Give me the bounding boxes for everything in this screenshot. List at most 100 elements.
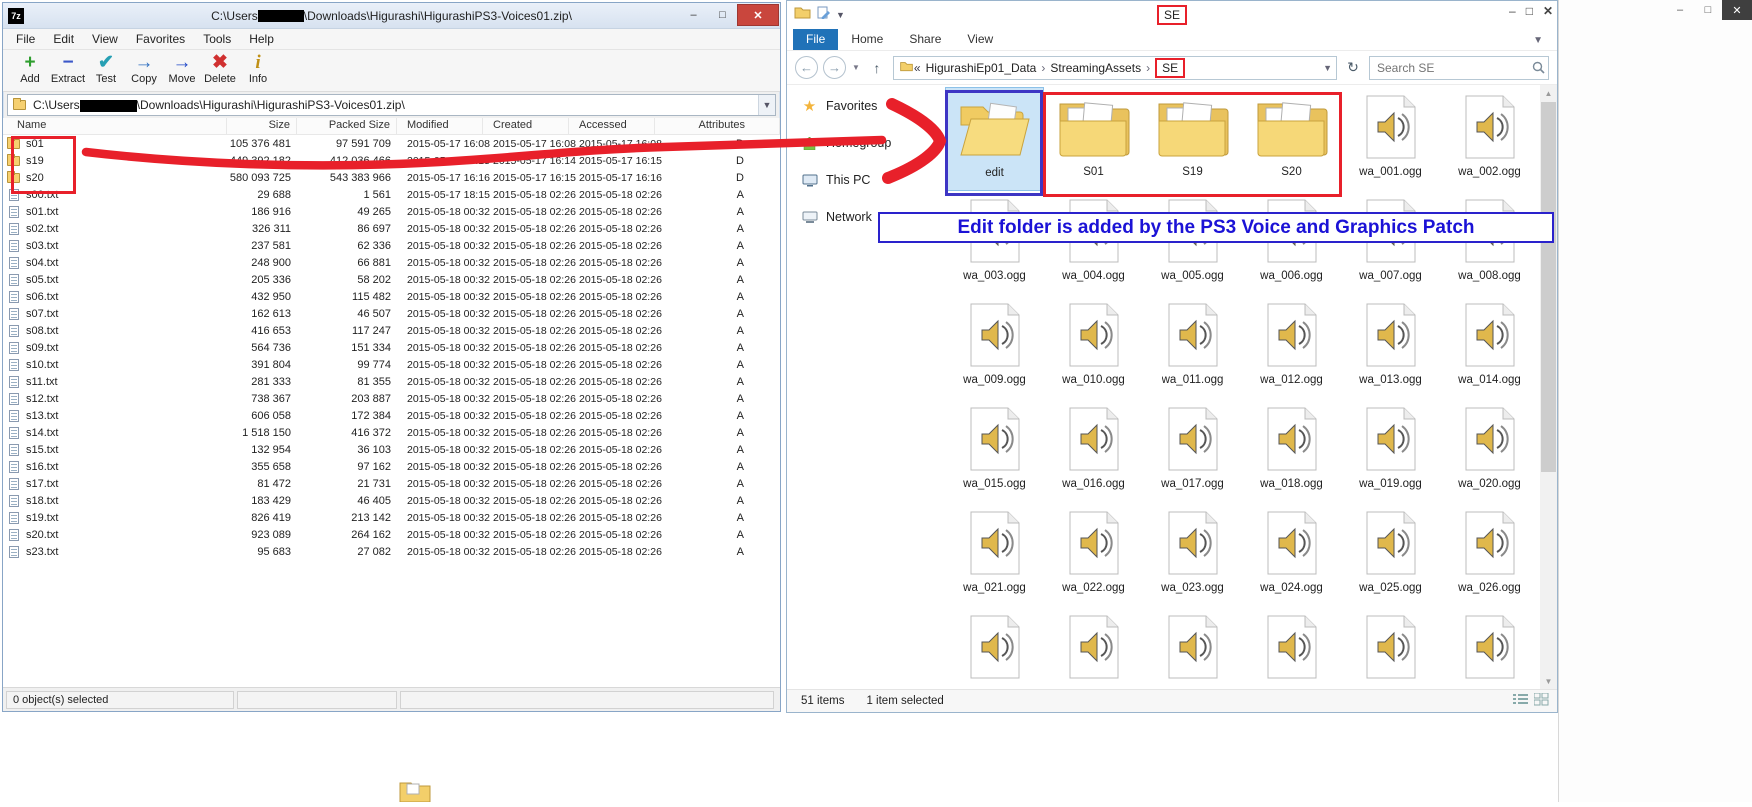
audio-file-item-wa_026.ogg[interactable]: wa_026.ogg — [1440, 503, 1539, 607]
sevenzip-titlebar[interactable]: 7z C:\Users\Downloads\Higurashi\Higurash… — [3, 3, 780, 29]
breadcrumb-item-streamingassets[interactable]: StreamingAssets — [1050, 61, 1141, 75]
audio-file-item-wa_003.ogg[interactable]: wa_003.ogg — [945, 191, 1044, 295]
audio-file-item-wa_017.ogg[interactable]: wa_017.ogg — [1143, 399, 1242, 503]
ribbon-expand-chevron-icon[interactable]: ▼ — [1533, 35, 1543, 46]
taskbar-folder-icon[interactable] — [399, 778, 431, 807]
column-header-name[interactable]: Name — [3, 118, 227, 134]
menu-item-tools[interactable]: Tools — [194, 30, 240, 48]
bg-minimize-button[interactable]: – — [1666, 0, 1694, 20]
audio-file-item-wa_007.ogg[interactable]: wa_007.ogg — [1341, 191, 1440, 295]
sidebar-item-homegroup[interactable]: Homegroup — [787, 130, 939, 156]
archive-row-s13.txt[interactable]: s13.txt606 058172 3842015-05-18 00:32201… — [3, 407, 780, 424]
archive-row-s15.txt[interactable]: s15.txt132 95436 1032015-05-18 00:322015… — [3, 441, 780, 458]
search-icon[interactable] — [1528, 61, 1548, 74]
column-header-attributes[interactable]: Attributes — [655, 118, 780, 134]
vertical-scrollbar[interactable]: ▲ ▼ — [1540, 85, 1557, 689]
audio-file-item[interactable] — [1341, 607, 1440, 689]
qat-properties-icon[interactable] — [817, 6, 830, 24]
toolbar-move-button[interactable]: →Move — [163, 50, 201, 91]
archive-row-s11.txt[interactable]: s11.txt281 33381 3552015-05-18 00:322015… — [3, 373, 780, 390]
address-dropdown-chevron[interactable]: ▼ — [1323, 63, 1332, 73]
audio-file-item-wa_015.ogg[interactable]: wa_015.ogg — [945, 399, 1044, 503]
scroll-up-icon[interactable]: ▲ — [1540, 85, 1557, 101]
history-dropdown-chevron[interactable]: ▼ — [851, 63, 861, 72]
sidebar-item-favorites[interactable]: ★Favorites — [787, 93, 939, 119]
breadcrumb-bar[interactable]: «HigurashiEp01_Data›StreamingAssets›SE ▼ — [893, 56, 1337, 80]
audio-file-item-wa_004.ogg[interactable]: wa_004.ogg — [1044, 191, 1143, 295]
archive-row-s19.txt[interactable]: s19.txt826 419213 1422015-05-18 00:32201… — [3, 509, 780, 526]
breadcrumb-overflow-chevron[interactable]: « — [914, 61, 921, 75]
audio-file-item-wa_024.ogg[interactable]: wa_024.ogg — [1242, 503, 1341, 607]
archive-row-s01.txt[interactable]: s01.txt186 91649 2652015-05-18 00:322015… — [3, 203, 780, 220]
archive-row-s20[interactable]: s20580 093 725543 383 9662015-05-17 16:1… — [3, 169, 780, 186]
ribbon-tab-home[interactable]: Home — [838, 29, 896, 50]
audio-file-item-wa_005.ogg[interactable]: wa_005.ogg — [1143, 191, 1242, 295]
forward-button[interactable]: → — [823, 56, 846, 79]
qat-customize-chevron[interactable]: ▼ — [836, 10, 845, 20]
audio-file-item-wa_025.ogg[interactable]: wa_025.ogg — [1341, 503, 1440, 607]
bg-close-button[interactable]: ✕ — [1722, 0, 1752, 20]
archive-row-s07.txt[interactable]: s07.txt162 61346 5072015-05-18 00:322015… — [3, 305, 780, 322]
toolbar-test-button[interactable]: ✔Test — [87, 50, 125, 91]
audio-file-item[interactable] — [1242, 607, 1341, 689]
close-button[interactable]: ✕ — [737, 4, 779, 26]
address-dropdown-button[interactable]: ▼ — [758, 95, 775, 115]
column-header-accessed[interactable]: Accessed — [569, 118, 655, 134]
up-button[interactable]: ↑ — [866, 57, 888, 79]
audio-file-item-wa_008.ogg[interactable]: wa_008.ogg — [1440, 191, 1539, 295]
ribbon-tab-file[interactable]: File — [793, 29, 838, 50]
thumbnail-view-icon[interactable] — [1534, 693, 1549, 709]
column-header-packed-size[interactable]: Packed Size — [297, 118, 397, 134]
audio-file-item-wa_018.ogg[interactable]: wa_018.ogg — [1242, 399, 1341, 503]
column-header-modified[interactable]: Modified — [397, 118, 483, 134]
archive-row-s19[interactable]: s19449 392 182412 036 4662015-05-17 16:1… — [3, 152, 780, 169]
toolbar-copy-button[interactable]: →Copy — [125, 50, 163, 91]
audio-file-item-wa_013.ogg[interactable]: wa_013.ogg — [1341, 295, 1440, 399]
audio-file-item[interactable] — [945, 607, 1044, 689]
archive-row-s14.txt[interactable]: s14.txt1 518 150416 3722015-05-18 00:322… — [3, 424, 780, 441]
archive-row-s17.txt[interactable]: s17.txt81 47221 7312015-05-18 00:322015-… — [3, 475, 780, 492]
audio-file-item-wa_014.ogg[interactable]: wa_014.ogg — [1440, 295, 1539, 399]
audio-file-item-wa_021.ogg[interactable]: wa_021.ogg — [945, 503, 1044, 607]
archive-row-s01[interactable]: s01105 376 48197 591 7092015-05-17 16:08… — [3, 135, 780, 152]
audio-file-item-wa_012.ogg[interactable]: wa_012.ogg — [1242, 295, 1341, 399]
archive-row-s18.txt[interactable]: s18.txt183 42946 4052015-05-18 00:322015… — [3, 492, 780, 509]
audio-file-item-wa_002.ogg[interactable]: wa_002.ogg — [1440, 87, 1539, 191]
toolbar-add-button[interactable]: +Add — [11, 50, 49, 91]
audio-file-item-wa_011.ogg[interactable]: wa_011.ogg — [1143, 295, 1242, 399]
audio-file-item-wa_006.ogg[interactable]: wa_006.ogg — [1242, 191, 1341, 295]
audio-file-item[interactable] — [1143, 607, 1242, 689]
audio-file-item[interactable] — [1044, 607, 1143, 689]
explorer-titlebar[interactable]: ▼ SE – □ ✕ — [787, 1, 1557, 28]
archive-row-s16.txt[interactable]: s16.txt355 65897 1622015-05-18 00:322015… — [3, 458, 780, 475]
scrollbar-thumb[interactable] — [1541, 102, 1556, 472]
audio-file-item-wa_009.ogg[interactable]: wa_009.ogg — [945, 295, 1044, 399]
search-input[interactable] — [1370, 61, 1528, 75]
audio-file-item-wa_019.ogg[interactable]: wa_019.ogg — [1341, 399, 1440, 503]
column-header-size[interactable]: Size — [227, 118, 297, 134]
toolbar-extract-button[interactable]: −Extract — [49, 50, 87, 91]
menu-item-view[interactable]: View — [83, 30, 127, 48]
back-button[interactable]: ← — [795, 56, 818, 79]
archive-row-s02.txt[interactable]: s02.txt326 31186 6972015-05-18 00:322015… — [3, 220, 780, 237]
archive-row-s05.txt[interactable]: s05.txt205 33658 2022015-05-18 00:322015… — [3, 271, 780, 288]
audio-file-item-wa_020.ogg[interactable]: wa_020.ogg — [1440, 399, 1539, 503]
audio-file-item-wa_001.ogg[interactable]: wa_001.ogg — [1341, 87, 1440, 191]
audio-file-item-wa_010.ogg[interactable]: wa_010.ogg — [1044, 295, 1143, 399]
archive-row-s08.txt[interactable]: s08.txt416 653117 2472015-05-18 00:32201… — [3, 322, 780, 339]
audio-file-item-wa_016.ogg[interactable]: wa_016.ogg — [1044, 399, 1143, 503]
ribbon-tab-view[interactable]: View — [954, 29, 1006, 50]
scroll-down-icon[interactable]: ▼ — [1540, 673, 1557, 689]
refresh-button[interactable]: ↻ — [1342, 57, 1364, 79]
menu-item-help[interactable]: Help — [240, 30, 283, 48]
breadcrumb-item-se[interactable]: SE — [1155, 58, 1185, 78]
sidebar-item-this-pc[interactable]: This PC — [787, 167, 939, 193]
ribbon-tab-share[interactable]: Share — [896, 29, 954, 50]
archive-row-s00.txt[interactable]: s00.txt29 6881 5612015-05-17 18:152015-0… — [3, 186, 780, 203]
archive-row-s23.txt[interactable]: s23.txt95 68327 0822015-05-18 00:322015-… — [3, 543, 780, 560]
menu-item-file[interactable]: File — [7, 30, 44, 48]
archive-row-s12.txt[interactable]: s12.txt738 367203 8872015-05-18 00:32201… — [3, 390, 780, 407]
menu-item-favorites[interactable]: Favorites — [127, 30, 194, 48]
archive-row-s20.txt[interactable]: s20.txt923 089264 1622015-05-18 00:32201… — [3, 526, 780, 543]
maximize-icon[interactable]: □ — [1526, 4, 1533, 18]
